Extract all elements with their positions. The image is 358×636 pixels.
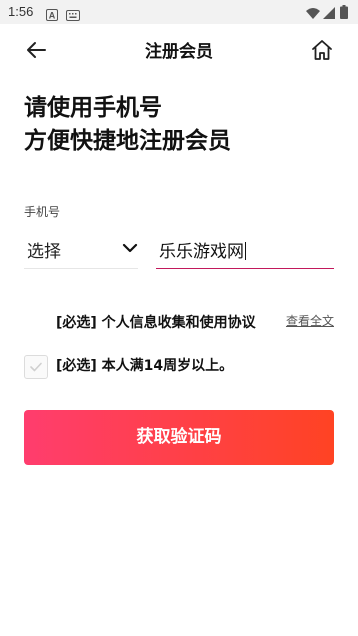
age-agreement-label: [必选] 本人满14周岁以上。 bbox=[56, 358, 234, 374]
headline-line-1: 请使用手机号 bbox=[24, 95, 162, 121]
status-bar: 1:56 A bbox=[0, 0, 358, 24]
view-full-link[interactable]: 查看全文 bbox=[286, 312, 334, 329]
phone-label: 手机号 bbox=[24, 205, 61, 219]
get-verification-code-button[interactable]: 获取验证码 bbox=[24, 410, 334, 465]
page-title: 注册会员 bbox=[145, 42, 213, 62]
notification-a-icon: A bbox=[46, 6, 58, 25]
age-confirm-checkbox[interactable] bbox=[24, 355, 48, 379]
home-button[interactable] bbox=[310, 38, 334, 62]
privacy-agreement-label: [必选] 个人信息收集和使用协议 bbox=[56, 315, 256, 331]
phone-number-input[interactable]: 乐乐游戏网 bbox=[156, 228, 334, 269]
home-icon bbox=[312, 40, 332, 60]
phone-number-text: 乐乐游戏网 bbox=[159, 242, 244, 262]
headline: 请使用手机号 方便快捷地注册会员 bbox=[24, 92, 231, 158]
svg-text:A: A bbox=[49, 11, 56, 21]
top-nav: 注册会员 bbox=[0, 24, 358, 74]
status-time: 1:56 bbox=[8, 4, 34, 19]
text-caret bbox=[245, 242, 246, 260]
check-icon bbox=[30, 362, 42, 372]
country-code-select[interactable]: 选择 bbox=[24, 228, 138, 269]
country-code-select-value: 选择 bbox=[27, 242, 61, 262]
keyboard-icon bbox=[66, 6, 80, 25]
battery-icon bbox=[340, 4, 348, 23]
phone-number-value: 乐乐游戏网 bbox=[159, 237, 246, 262]
headline-line-2: 方便快捷地注册会员 bbox=[24, 128, 231, 154]
wifi-icon bbox=[306, 5, 320, 24]
signal-icon bbox=[323, 5, 335, 24]
chevron-down-icon bbox=[122, 240, 138, 256]
